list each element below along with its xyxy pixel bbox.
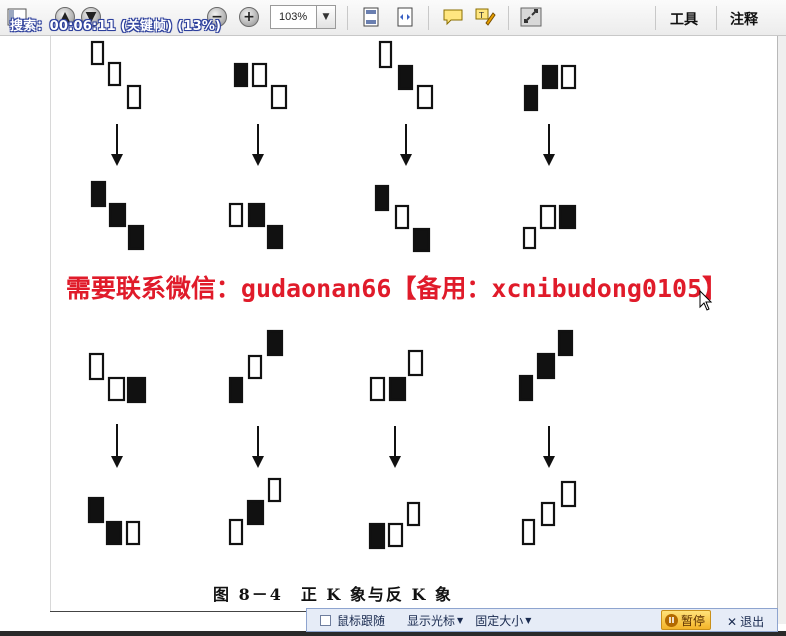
black-candle <box>368 522 386 550</box>
pause-label: 暂停 <box>681 613 706 628</box>
black-candle <box>127 224 145 251</box>
white-candle <box>560 480 577 508</box>
recorder-bar: 鼠标跟随 显示光标 ▼ 固定大小 ▼ II 暂停 ✕ 退出 <box>306 608 778 632</box>
chevron-down-icon: ▼ <box>457 615 464 625</box>
show-cursor-label: 显示光标 <box>407 613 456 628</box>
black-candle <box>228 376 244 404</box>
down-arrow-icon <box>543 426 555 468</box>
close-icon: ✕ <box>727 614 738 629</box>
white-candle <box>125 520 141 546</box>
black-candle <box>266 329 284 357</box>
white-candle <box>378 40 393 69</box>
white-candle <box>126 84 142 110</box>
black-candle <box>388 376 407 402</box>
mouse-cursor-icon <box>699 290 713 311</box>
down-arrow-icon <box>111 124 123 166</box>
black-candle <box>536 352 556 380</box>
black-candle <box>247 202 266 228</box>
white-candle <box>406 501 421 527</box>
black-candle <box>523 84 539 112</box>
white-candle <box>247 354 263 380</box>
black-candle <box>105 520 123 546</box>
down-arrow-icon <box>543 124 555 166</box>
white-candle <box>540 501 556 527</box>
follow-cursor-label: 鼠标跟随 <box>337 613 386 628</box>
black-candle <box>266 224 284 250</box>
down-arrow-icon <box>252 426 264 468</box>
white-candle <box>416 84 434 110</box>
white-candle <box>267 477 282 503</box>
pause-icon: II <box>665 613 678 627</box>
figure-caption: 图 8－4 正 K 象与反 K 象 <box>213 585 453 604</box>
black-candle <box>126 376 147 404</box>
white-candle <box>560 64 577 90</box>
white-candle <box>394 204 410 230</box>
white-candle <box>539 204 557 230</box>
down-arrow-icon <box>111 424 123 468</box>
white-candle <box>107 376 126 402</box>
white-candle <box>228 202 244 228</box>
fixed-size-label: 固定大小 <box>475 613 524 628</box>
black-candle <box>518 374 534 402</box>
exit-label: 退出 <box>740 615 765 629</box>
black-candle <box>233 62 249 88</box>
black-candle <box>87 496 105 524</box>
down-arrow-icon <box>389 426 401 468</box>
white-candle <box>407 349 424 377</box>
black-candle <box>246 499 265 526</box>
black-candle <box>374 184 390 212</box>
white-candle <box>387 522 404 548</box>
white-candle <box>521 518 536 546</box>
candlestick-figure <box>87 40 577 550</box>
black-candle <box>397 64 414 91</box>
down-arrow-icon <box>400 124 412 166</box>
chevron-down-icon: ▼ <box>525 615 532 625</box>
white-candle <box>107 61 122 87</box>
black-candle <box>541 64 559 90</box>
exit-button[interactable]: ✕ 退出 <box>727 613 764 630</box>
white-candle <box>228 518 244 546</box>
black-candle <box>412 227 431 253</box>
down-arrow-icon <box>252 124 264 166</box>
white-candle <box>369 376 386 402</box>
black-candle <box>557 329 574 357</box>
white-candle <box>270 84 288 110</box>
follow-cursor-checkbox[interactable] <box>320 614 331 626</box>
show-cursor-dropdown[interactable]: 显示光标 ▼ <box>407 612 463 629</box>
black-candle <box>90 180 107 208</box>
black-candle <box>558 204 577 230</box>
watermark-banner: 需要联系微信：gudaonan66【备用：xcnibudong0105】 <box>66 262 727 312</box>
black-candle <box>108 202 127 228</box>
white-candle <box>88 352 105 381</box>
white-candle <box>522 226 537 250</box>
white-candle <box>90 40 105 66</box>
pause-button[interactable]: II 暂停 <box>661 610 712 630</box>
fixed-size-dropdown[interactable]: 固定大小 ▼ <box>475 612 531 629</box>
white-candle <box>251 62 268 88</box>
watermark-text: 需要联系微信：gudaonan66【备用：xcnibudong0105】 <box>65 274 728 303</box>
